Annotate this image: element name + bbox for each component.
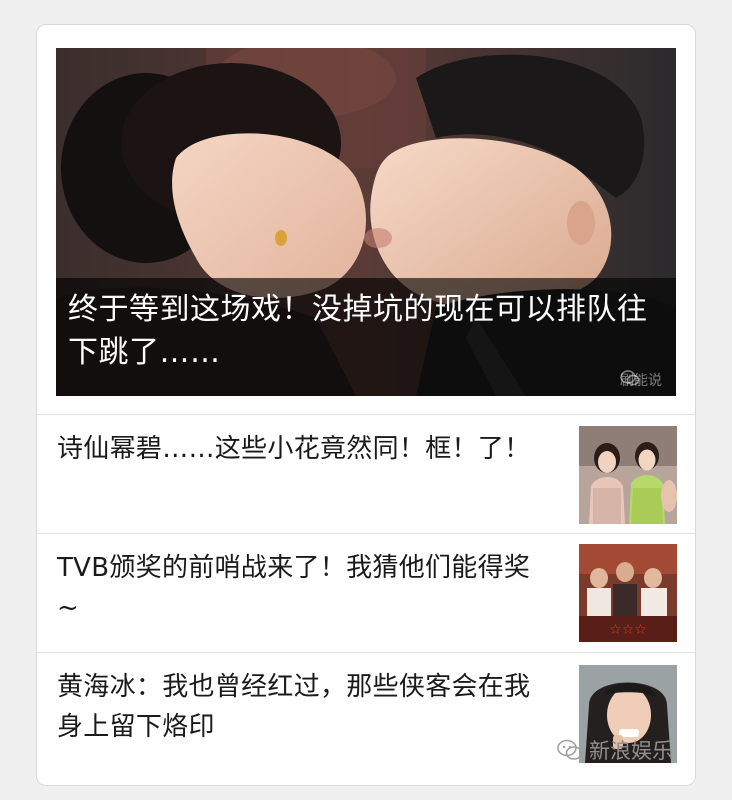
news-card: 终于等到这场戏！没掉坑的现在可以排队往下跳了…… 剧能说 诗仙幂碧……这些小花竟…	[36, 24, 696, 786]
hero-title: 终于等到这场戏！没掉坑的现在可以排队往下跳了……	[68, 292, 648, 370]
article-thumbnail	[579, 426, 677, 524]
brand-watermark: 新浪娱乐	[557, 735, 673, 765]
list-item-article-1[interactable]: 诗仙幂碧……这些小花竟然同！框！了！	[37, 415, 695, 533]
svg-text:☆☆☆: ☆☆☆	[609, 622, 647, 638]
hero-caption: 终于等到这场戏！没掉坑的现在可以排队往下跳了……	[56, 278, 676, 396]
article-thumbnail: ☆☆☆	[579, 544, 677, 642]
article-title: TVB颁奖的前哨战来了！我猜他们能得奖~	[57, 553, 531, 623]
wechat-icon	[620, 370, 640, 386]
wechat-icon	[557, 739, 583, 760]
hero-watermark: 剧能说	[620, 370, 662, 390]
article-title: 诗仙幂碧……这些小花竟然同！框！了！	[57, 434, 531, 464]
hero-article[interactable]: 终于等到这场戏！没掉坑的现在可以排队往下跳了…… 剧能说	[56, 48, 676, 396]
brand-name: 新浪娱乐	[589, 739, 673, 763]
article-title: 黄海冰：我也曾经红过，那些侠客会在我身上留下烙印	[57, 672, 531, 742]
list-item-article-2[interactable]: TVB颁奖的前哨战来了！我猜他们能得奖~ ☆☆☆	[37, 534, 695, 652]
